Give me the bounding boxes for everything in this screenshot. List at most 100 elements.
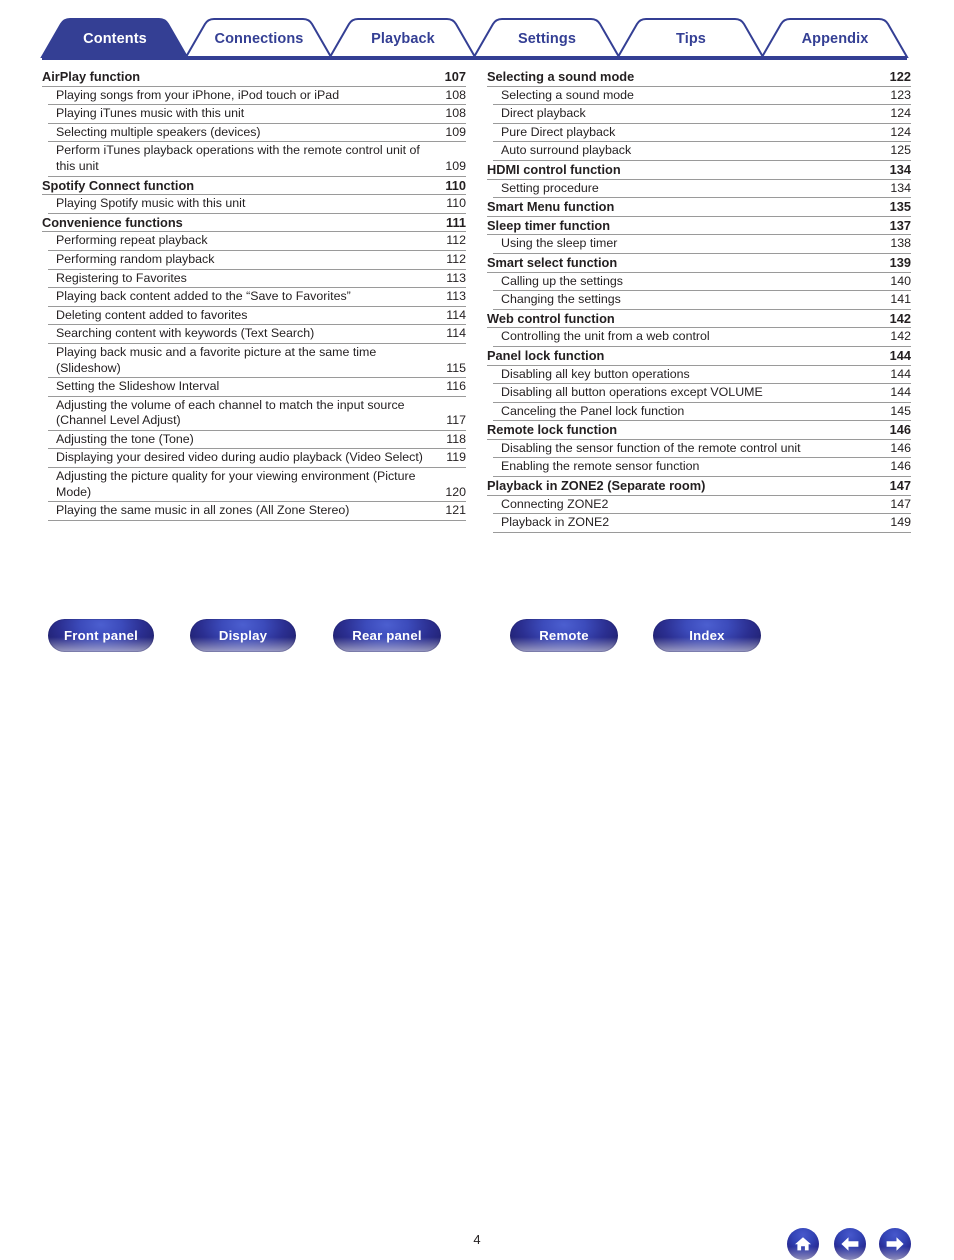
toc-entry-page: 122	[889, 69, 911, 84]
toc-chapter-row[interactable]: Sleep timer function 137	[487, 217, 911, 236]
remote-button-label: Remote	[539, 628, 589, 643]
toc-entry-page: 115	[446, 360, 466, 375]
toc-entry-title: Selecting multiple speakers (devices)	[56, 124, 261, 139]
toc-entry-page: 121	[445, 503, 466, 518]
toc-entry-row[interactable]: Selecting a sound mode 123	[493, 87, 911, 106]
toc-entry-row[interactable]: Perform iTunes playback operations with …	[48, 142, 466, 177]
toc-entry-title: Displaying your desired video during aud…	[56, 450, 423, 465]
arrow-right-icon[interactable]	[879, 1228, 911, 1260]
tab-contents[interactable]: Contents	[42, 31, 188, 47]
toc-entry-title: Selecting a sound mode	[487, 69, 635, 84]
toc-entry-row[interactable]: Playback in ZONE2 149	[493, 514, 911, 533]
toc-entry-title: Sleep timer function	[487, 217, 611, 233]
toc-entry-page: 147	[890, 496, 911, 511]
toc-entry-page: 113	[446, 289, 466, 304]
toc-entry-row[interactable]: Calling up the settings 140	[493, 273, 911, 292]
toc-entry-row[interactable]: Playing Spotify music with this unit 110	[48, 195, 466, 214]
toc-entry-title: Pure Direct playback	[501, 124, 616, 139]
toc-entry-row[interactable]: Searching content with keywords (Text Se…	[48, 325, 466, 344]
toc-entry-title: Searching content with keywords (Text Se…	[56, 326, 315, 341]
toc-entry-row[interactable]: Pure Direct playback 124	[493, 124, 911, 143]
toc-entry-row[interactable]: Performing random playback 112	[48, 251, 466, 270]
toc-entry-row[interactable]: Adjusting the volume of each channel to …	[48, 397, 466, 431]
toc-entry-row[interactable]: Disabling all key button operations 144	[493, 366, 911, 385]
toc-entry-page: 118	[446, 431, 466, 446]
toc-chapter-row[interactable]: Smart Menu function 135	[487, 198, 911, 217]
toc-entry-row[interactable]: Setting procedure 134	[493, 180, 911, 199]
toc-entry-row[interactable]: Displaying your desired video during aud…	[48, 449, 466, 469]
toc-entry-row[interactable]: Disabling all button operations except V…	[493, 384, 911, 403]
toc-entry-row[interactable]: Performing repeat playback 112	[48, 232, 466, 251]
toc-entry-title: Smart select function	[487, 254, 618, 270]
toc-entry-page: 146	[890, 459, 911, 474]
toc-entry-row[interactable]: Auto surround playback 125	[493, 142, 911, 161]
toc-entry-page: 114	[446, 307, 466, 322]
toc-entry-row[interactable]: Connecting ZONE2 147	[493, 496, 911, 515]
toc-entry-page: 117	[446, 413, 466, 428]
toc-entry-title: Controlling the unit from a web control	[501, 329, 710, 344]
tab-playback[interactable]: Playback	[330, 31, 476, 47]
toc-entry-row[interactable]: Selecting multiple speakers (devices) 109	[48, 124, 466, 143]
toc-entry-row[interactable]: Disabling the sensor function of the rem…	[493, 440, 911, 459]
toc-chapter-row[interactable]: Spotify Connect function 110	[42, 177, 466, 196]
home-glyph	[795, 1237, 811, 1251]
toc-entry-page: 114	[446, 326, 466, 341]
toc-entry-row[interactable]: Playing the same music in all zones (All…	[48, 502, 466, 521]
toc-entry-page: 146	[889, 422, 911, 438]
toc-entry-page: 110	[446, 196, 466, 211]
toc-chapter-row[interactable]: Convenience functions 111	[42, 214, 466, 233]
toc-entry-page: 137	[889, 217, 911, 233]
toc-entry-page: 107	[444, 69, 466, 84]
toc-entry-row[interactable]: Deleting content added to favorites 114	[48, 307, 466, 326]
toc-entry-row[interactable]: Canceling the Panel lock function 145	[493, 403, 911, 422]
toc-entry-row[interactable]: Using the sleep timer 138	[493, 235, 911, 254]
toc-chapter-row[interactable]: Remote lock function 146	[487, 421, 911, 440]
toc-chapter-row[interactable]: HDMI control function 134	[487, 161, 911, 180]
toc-entry-page: 145	[890, 403, 911, 418]
toc-entry-row[interactable]: Adjusting the picture quality for your v…	[48, 468, 466, 503]
toc-chapter-row[interactable]: Selecting a sound mode 122	[487, 68, 911, 87]
toc-entry-title: Connecting ZONE2	[501, 496, 609, 511]
arrow-right-glyph	[886, 1237, 904, 1251]
toc-entry-page: 134	[890, 180, 911, 195]
front-panel-button[interactable]: Front panel	[48, 619, 154, 652]
toc-column-right: Selecting a sound mode 122 Selecting a sou…	[487, 68, 911, 533]
toc-entry-title: Smart Menu function	[487, 199, 615, 215]
toc-entry-page: 141	[890, 292, 911, 307]
toc-entry-title: Registering to Favorites	[56, 270, 187, 285]
toc-entry-row[interactable]: Registering to Favorites 113	[48, 270, 466, 289]
toc-entry-title: Selecting a sound mode	[501, 87, 634, 102]
toc-chapter-row[interactable]: Panel lock function 144	[487, 347, 911, 366]
toc-entry-row[interactable]: Playing back content added to the “Save …	[48, 288, 466, 307]
toc-chapter-row[interactable]: Web control function 142	[487, 310, 911, 329]
toc-chapter-row[interactable]: Smart select function 139	[487, 254, 911, 273]
toc-entry-page: 144	[890, 366, 911, 381]
toc-entry-row[interactable]: Controlling the unit from a web control 1…	[493, 328, 911, 347]
rear-panel-button[interactable]: Rear panel	[333, 619, 441, 652]
toc-entry-row[interactable]: Changing the settings 141	[493, 291, 911, 310]
toc-chapter-row[interactable]: AirPlay function 107	[42, 68, 466, 87]
index-button[interactable]: Index	[653, 619, 761, 652]
toc-entry-row[interactable]: Playing back music and a favorite pictur…	[48, 344, 466, 379]
toc-entry-title: Playing the same music in all zones (All…	[56, 503, 350, 518]
display-button[interactable]: Display	[190, 619, 296, 652]
tab-settings[interactable]: Settings	[474, 31, 620, 47]
tab-tips[interactable]: Tips	[618, 31, 764, 47]
toc-entry-row[interactable]: Direct playback 124	[493, 105, 911, 124]
arrow-left-icon[interactable]	[834, 1228, 866, 1260]
remote-button[interactable]: Remote	[510, 619, 618, 652]
toc-entry-row[interactable]: Adjusting the tone (Tone) 118	[48, 431, 466, 450]
toc-entry-page: 142	[889, 310, 911, 326]
toc-entry-title: Playing back music and a favorite pictur…	[56, 344, 377, 375]
toc-entry-row[interactable]: Enabling the remote sensor function 146	[493, 458, 911, 478]
tab-appendix[interactable]: Appendix	[762, 31, 908, 47]
tab-connections[interactable]: Connections	[186, 31, 332, 47]
toc-entry-title: Enabling the remote sensor function	[501, 459, 700, 474]
toc-entry-row[interactable]: Setting the Slideshow Interval 116	[48, 378, 466, 397]
home-icon[interactable]	[787, 1228, 819, 1260]
toc-entry-title: Adjusting the tone (Tone)	[56, 431, 194, 446]
toc-chapter-row[interactable]: Playback in ZONE2 (Separate room) 147	[487, 477, 911, 496]
toc-entry-title: Perform iTunes playback operations with …	[56, 143, 420, 173]
toc-entry-row[interactable]: Playing iTunes music with this unit 108	[48, 105, 466, 124]
toc-entry-row[interactable]: Playing songs from your iPhone, iPod tou…	[48, 87, 466, 106]
